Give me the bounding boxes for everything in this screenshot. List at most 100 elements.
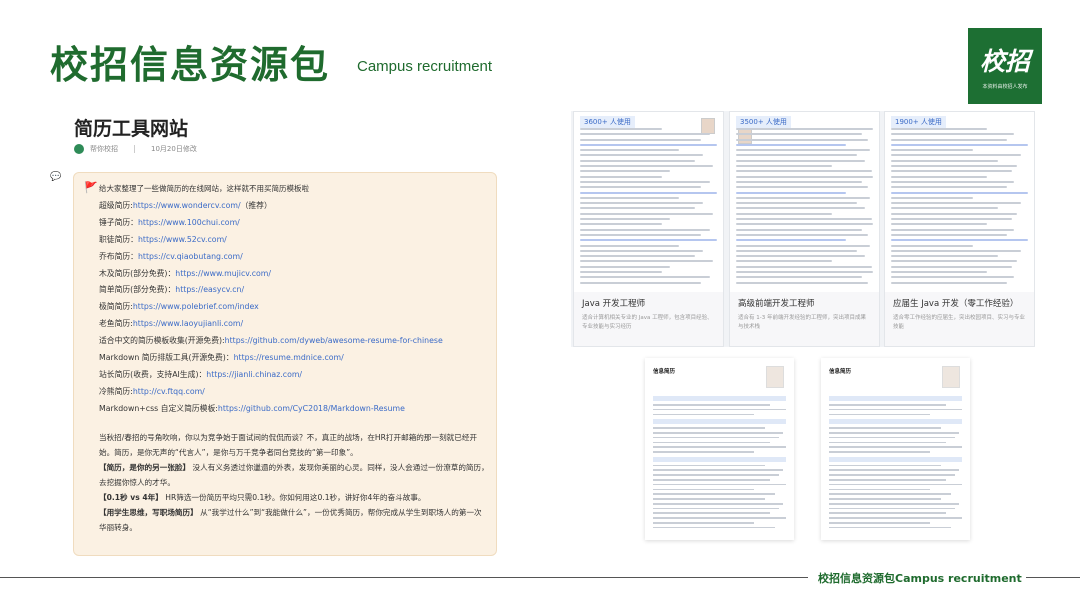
text-placeholder-line xyxy=(736,239,846,242)
link-label: 老鱼简历: xyxy=(99,319,133,329)
text-placeholder-line xyxy=(891,143,1028,146)
text-placeholder-line xyxy=(653,522,755,524)
text-placeholder-line xyxy=(891,138,1008,141)
text-placeholder-line xyxy=(736,212,832,215)
resume-preview xyxy=(580,128,717,288)
para2-heading: 【简历，是你的另一张脸】 xyxy=(99,463,191,472)
resume-card[interactable]: 1900+ 人使用 应届生 Java 开发（零工作经验） 适合零工作经验的应届生… xyxy=(884,111,1035,347)
text-placeholder-line xyxy=(891,196,974,199)
link-label: 锤子简历： xyxy=(99,217,138,227)
text-placeholder-line xyxy=(829,488,931,491)
text-placeholder-line xyxy=(891,244,974,247)
text-placeholder-line xyxy=(653,498,765,500)
text-placeholder-line xyxy=(580,154,704,157)
link-url[interactable]: https://www.100chui.com/ xyxy=(138,218,240,227)
resume-sample[interactable]: 信息简历 xyxy=(821,358,970,540)
link-url[interactable]: https://jianli.chinaz.com/ xyxy=(206,370,302,379)
link-label: 简单简历(部分免费)： xyxy=(99,285,176,295)
text-placeholder-line xyxy=(580,281,701,284)
link-url[interactable]: https://cv.qiaobutang.com/ xyxy=(138,252,243,261)
text-placeholder-line xyxy=(653,488,755,491)
link-row: Markdown+css 自定义简历模板:https://github.com/… xyxy=(99,401,443,418)
text-placeholder-line xyxy=(580,212,713,215)
link-url[interactable]: https://www.wondercv.com/ xyxy=(133,201,241,210)
text-placeholder-line xyxy=(653,427,765,429)
text-placeholder-line xyxy=(653,464,765,467)
link-url[interactable]: https://github.com/dyweb/awesome-resume-… xyxy=(225,336,443,345)
text-placeholder-line xyxy=(829,408,962,411)
section-header xyxy=(829,419,962,425)
link-url[interactable]: http://cv.ftqq.com/ xyxy=(133,387,205,396)
text-placeholder-line xyxy=(829,474,956,476)
text-placeholder-line xyxy=(891,165,1018,168)
section-header xyxy=(653,456,786,462)
text-placeholder-line xyxy=(580,228,711,231)
text-placeholder-line xyxy=(736,149,871,152)
text-placeholder-line xyxy=(580,249,704,252)
text-placeholder-line xyxy=(829,522,931,524)
link-url[interactable]: https://www.52cv.com/ xyxy=(138,235,227,244)
text-placeholder-line xyxy=(891,207,998,210)
resume-sample[interactable]: 信息简历 xyxy=(645,358,794,540)
link-url[interactable]: https://resume.mdnice.com/ xyxy=(234,353,344,362)
text-placeholder-line xyxy=(580,186,701,189)
link-row: 极简简历:https://www.polebrief.com/index xyxy=(99,299,443,316)
text-placeholder-line xyxy=(736,281,868,284)
text-placeholder-line xyxy=(580,138,701,141)
note-paragraph-3: 【0.1秒 vs 4年】 HR筛选一份简历平均只需0.1秒。你如何用这0.1秒，… xyxy=(99,493,426,502)
text-placeholder-line xyxy=(580,133,711,136)
text-placeholder-line xyxy=(736,265,872,268)
link-url[interactable]: https://www.polebrief.com/index xyxy=(133,302,259,311)
link-row: 冷熊简历:http://cv.ftqq.com/ xyxy=(99,384,443,401)
text-placeholder-line xyxy=(653,483,786,486)
link-label: 适合中文的简历模板收集(开源免费): xyxy=(99,336,225,346)
author-name[interactable]: 帮你校招 xyxy=(90,144,118,154)
text-placeholder-line xyxy=(653,502,784,505)
note-intro: 给大家整理了一些做简历的在线网站，这样就不用买简历模板啦 xyxy=(99,184,309,193)
article-title: 简历工具网站 xyxy=(74,118,189,140)
usage-badge: 3500+ 人使用 xyxy=(736,116,791,128)
text-placeholder-line xyxy=(891,133,1015,136)
link-url[interactable]: https://www.mujicv.com/ xyxy=(175,269,271,278)
text-placeholder-line xyxy=(829,526,952,529)
text-placeholder-line xyxy=(580,149,679,152)
text-placeholder-line xyxy=(653,404,771,406)
link-url[interactable]: https://easycv.cn/ xyxy=(175,285,244,294)
text-placeholder-line xyxy=(736,233,868,236)
text-placeholder-line xyxy=(829,512,947,515)
text-placeholder-line xyxy=(829,483,962,486)
text-placeholder-line xyxy=(891,260,1018,263)
author-avatar xyxy=(74,144,84,154)
text-placeholder-line xyxy=(653,469,784,472)
text-placeholder-line xyxy=(891,170,1012,173)
text-placeholder-line xyxy=(891,255,998,258)
footer-divider-right xyxy=(1026,577,1080,578)
text-placeholder-line xyxy=(580,260,713,263)
link-url[interactable]: https://www.laoyujianli.com/ xyxy=(133,319,243,328)
text-placeholder-line xyxy=(653,507,780,510)
link-row: 超级简历:https://www.wondercv.com/（推荐） xyxy=(99,198,443,215)
text-placeholder-line xyxy=(653,526,776,529)
text-placeholder-line xyxy=(891,128,987,130)
usage-badge: 1900+ 人使用 xyxy=(891,116,946,128)
text-placeholder-line xyxy=(653,493,776,495)
text-placeholder-line xyxy=(736,255,865,258)
text-placeholder-line xyxy=(829,431,960,434)
link-url[interactable]: https://github.com/CyC2018/Markdown-Resu… xyxy=(218,404,405,413)
resume-card[interactable]: 3500+ 人使用 高级前端开发工程师 适合有 1-3 年前端开发经验的工程师，… xyxy=(729,111,880,347)
article-meta: 帮你校招 10月20日修改 xyxy=(74,144,197,154)
text-placeholder-line xyxy=(580,233,701,236)
resume-caption: 应届生 Java 开发（零工作经验） 适合零工作经验的应届生，突出校园项目、实习… xyxy=(885,292,1034,346)
resume-name: 信息简历 xyxy=(653,369,676,375)
comment-icon[interactable]: 💬 xyxy=(50,172,61,182)
text-placeholder-line xyxy=(829,413,931,416)
text-placeholder-line xyxy=(736,159,865,162)
text-placeholder-line xyxy=(580,128,663,130)
text-placeholder-line xyxy=(891,191,1028,194)
text-placeholder-line xyxy=(829,446,962,448)
resume-name: 信息简历 xyxy=(829,369,852,375)
text-placeholder-line xyxy=(736,271,873,274)
text-placeholder-line xyxy=(580,207,696,210)
resume-card[interactable]: 3600+ 人使用 Java 开发工程师 适合计算机相关专业的 Java 工程师… xyxy=(573,111,724,347)
resume-preview xyxy=(891,128,1028,288)
